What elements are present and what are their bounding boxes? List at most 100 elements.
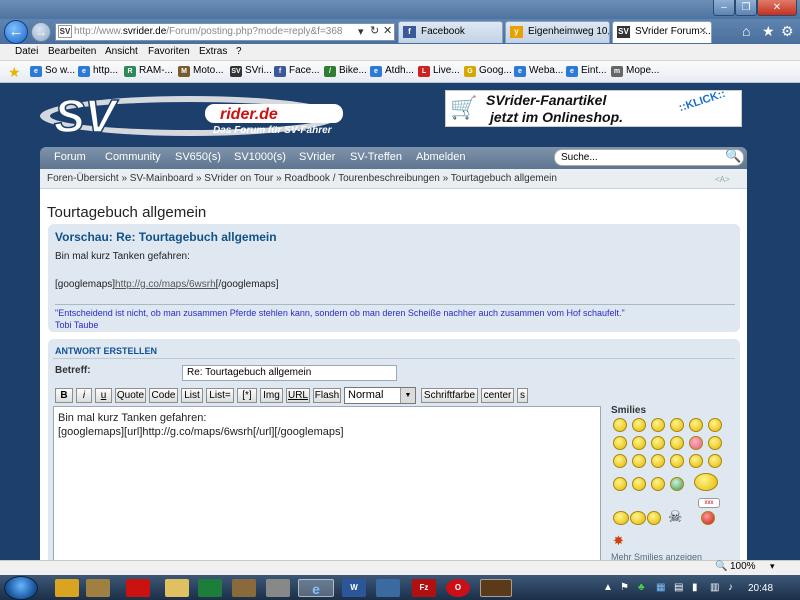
menu-bearbeiten[interactable]: Bearbeiten	[48, 46, 96, 57]
fav-item[interactable]: e Atdh...	[370, 65, 414, 77]
explorer-taskbar-icon[interactable]	[55, 579, 79, 597]
tab-eigenheimweg[interactable]: y Eigenheimweg 10,...	[505, 21, 610, 43]
flash-button[interactable]: Flash	[313, 388, 341, 403]
smiley-icon[interactable]	[613, 477, 627, 491]
smiley-icon[interactable]	[708, 418, 722, 432]
smiley-icon[interactable]	[632, 454, 646, 468]
skull-icon[interactable]: ☠	[668, 507, 682, 527]
breadcrumb[interactable]: Foren-Übersicht » SV-Mainboard » SVrider…	[47, 173, 557, 184]
fav-item[interactable]: L Live...	[418, 65, 460, 77]
tray-app-icon[interactable]: ♣	[638, 582, 645, 593]
smiley-icon[interactable]	[632, 418, 646, 432]
home-icon[interactable]: ⌂	[742, 23, 750, 39]
nav-sv650[interactable]: SV650(s)	[175, 151, 221, 163]
maximize-button[interactable]: ❐	[735, 0, 757, 16]
smiley-icon[interactable]	[701, 511, 715, 525]
list-button[interactable]: List	[181, 388, 203, 403]
smiley-icon[interactable]	[670, 436, 684, 450]
excel-taskbar-icon[interactable]	[198, 579, 222, 597]
gear-icon[interactable]: ⚙	[781, 23, 794, 40]
signal-icon[interactable]: ▥	[710, 582, 719, 593]
address-bar[interactable]: http://www.svrider.de/Forum/posting.php?…	[55, 23, 395, 41]
volume-icon[interactable]: ♪	[728, 582, 733, 593]
search-icon[interactable]: 🔍	[725, 148, 744, 166]
paint-taskbar-icon[interactable]	[480, 579, 512, 597]
search-input[interactable]: Suche...	[554, 149, 744, 166]
refresh-icon[interactable]: ↻	[370, 24, 379, 37]
smiley-icon[interactable]	[651, 454, 665, 468]
nav-sv1000[interactable]: SV1000(s)	[234, 151, 286, 163]
word-taskbar-icon[interactable]: W	[342, 579, 366, 597]
zoom-icon[interactable]: 🔍	[715, 561, 727, 572]
img-button[interactable]: Img	[260, 388, 283, 403]
bold-button[interactable]: B	[55, 388, 73, 403]
url-button[interactable]: URL	[286, 388, 310, 403]
notes-taskbar-icon[interactable]	[165, 579, 189, 597]
library-taskbar-icon[interactable]	[86, 579, 110, 597]
address-dropdown-icon[interactable]: ▾	[358, 25, 364, 38]
smiley-icon[interactable]	[670, 454, 684, 468]
app-taskbar-icon[interactable]	[266, 579, 290, 597]
strike-button[interactable]: s	[517, 388, 528, 403]
fav-item[interactable]: M Moto...	[178, 65, 224, 77]
fav-item[interactable]: m Mope...	[611, 65, 659, 77]
ie-taskbar-icon[interactable]: e	[298, 579, 334, 597]
font-size-toggle-icon[interactable]: <A>	[715, 175, 730, 184]
fav-item[interactable]: / Bike...	[324, 65, 367, 77]
smiley-icon[interactable]	[708, 454, 722, 468]
code-button[interactable]: Code	[149, 388, 178, 403]
clock[interactable]: 20:48	[748, 583, 773, 594]
smiley-icon[interactable]	[613, 511, 629, 525]
sign-smiley-icon[interactable]: xxx	[698, 498, 720, 508]
italic-button[interactable]: i	[76, 388, 92, 403]
gm-link[interactable]: http://g.co/maps/6wsrh	[115, 279, 216, 290]
subject-input[interactable]: Re: Tourtagebuch allgemein	[182, 365, 397, 381]
smiley-icon[interactable]	[632, 436, 646, 450]
menu-extras[interactable]: Extras	[199, 46, 227, 57]
chevron-down-icon[interactable]: ▼	[400, 388, 415, 403]
winged-smiley-icon[interactable]	[694, 473, 718, 491]
smiley-icon[interactable]	[689, 454, 703, 468]
fav-item[interactable]: G Goog...	[464, 65, 512, 77]
center-button[interactable]: center	[481, 388, 514, 403]
smiley-icon[interactable]	[670, 477, 684, 491]
zoom-level[interactable]: 100%	[730, 561, 756, 572]
tray-arrow-icon[interactable]: ▲	[603, 582, 613, 593]
zoom-dropdown-icon[interactable]: ▾	[770, 561, 775, 572]
favorites-star-icon[interactable]: ★	[762, 23, 775, 40]
smiley-icon[interactable]	[708, 436, 722, 450]
network-icon[interactable]: ▦	[656, 582, 665, 593]
fav-item[interactable]: f Face...	[274, 65, 320, 77]
tab-facebook[interactable]: f Facebook	[398, 21, 503, 43]
tab-svrider-forum[interactable]: SV SVrider Forum ... ✕	[612, 21, 712, 43]
nav-svrider[interactable]: SVrider	[299, 151, 335, 163]
smiley-icon[interactable]	[630, 511, 646, 525]
gimp-taskbar-icon[interactable]	[232, 579, 256, 597]
nav-community[interactable]: Community	[105, 151, 161, 163]
quote-button[interactable]: Quote	[115, 388, 146, 403]
forward-button[interactable]: →	[31, 22, 51, 42]
menu-favoriten[interactable]: Favoriten	[148, 46, 190, 57]
menu-ansicht[interactable]: Ansicht	[105, 46, 138, 57]
fav-item[interactable]: SV SVri...	[230, 65, 272, 77]
smiley-icon[interactable]	[651, 436, 665, 450]
nav-abmelden[interactable]: Abmelden	[416, 151, 466, 163]
fav-item[interactable]: e So w...	[30, 65, 75, 77]
minimize-button[interactable]: –	[713, 0, 735, 16]
message-textarea[interactable]: Bin mal kurz Tanken gefahren: [googlemap…	[53, 406, 601, 560]
list-numbered-button[interactable]: List=	[206, 388, 234, 403]
favorites-add-icon[interactable]: ★	[8, 64, 21, 81]
menu-datei[interactable]: Datei	[15, 46, 38, 57]
smiley-icon[interactable]	[613, 418, 627, 432]
start-button[interactable]	[4, 576, 38, 600]
smiley-icon[interactable]	[651, 477, 665, 491]
page-title[interactable]: Tourtagebuch allgemein	[47, 204, 206, 221]
smiley-icon[interactable]	[632, 477, 646, 491]
smiley-icon[interactable]	[670, 418, 684, 432]
nav-sv-treffen[interactable]: SV-Treffen	[350, 151, 402, 163]
menu-help[interactable]: ?	[236, 46, 242, 57]
smiley-icon[interactable]	[689, 436, 703, 450]
underline-button[interactable]: u	[95, 388, 112, 403]
fanartikel-banner[interactable]: 🛒 SVrider-Fanartikel jetzt im Onlineshop…	[445, 88, 742, 127]
smiley-icon[interactable]	[613, 454, 627, 468]
